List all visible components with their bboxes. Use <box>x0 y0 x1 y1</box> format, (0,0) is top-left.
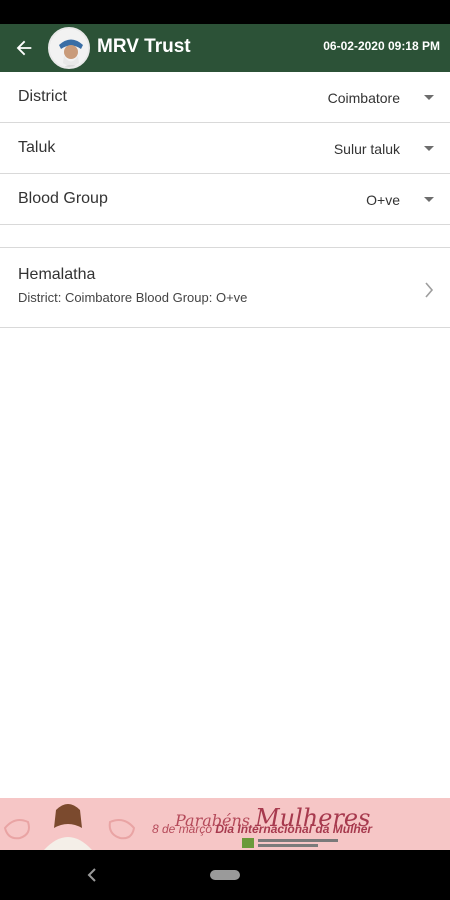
app-bar: MRV Trust 06-02-2020 09:18 PM <box>0 24 450 72</box>
ad-woman-illustration <box>3 804 136 850</box>
ad-subtitle-bold: Dia Internacional da Mulher <box>215 822 373 836</box>
caret-down-icon <box>424 197 434 202</box>
arrow-back-icon <box>16 40 32 56</box>
status-bar <box>0 0 450 24</box>
district-value: Coimbatore <box>327 90 400 106</box>
list-item[interactable]: Hemalatha District: Coimbatore Blood Gro… <box>0 248 450 328</box>
taluk-value: Sulur taluk <box>333 141 400 157</box>
ad-subtitle: 8 de março Dia Internacional da Mulher <box>152 822 372 836</box>
ad-banner[interactable]: Parabéns Mulheres 8 de março Dia Interna… <box>0 798 450 850</box>
system-nav-bar <box>0 850 450 900</box>
donor-name: Hemalatha <box>18 266 96 283</box>
main-content: District Coimbatore Taluk Sulur taluk Bl… <box>0 72 450 798</box>
taluk-label: Taluk <box>18 139 56 156</box>
datetime-label: 06-02-2020 09:18 PM <box>323 39 440 53</box>
district-label: District <box>18 88 67 105</box>
district-dropdown[interactable]: District Coimbatore <box>0 72 450 123</box>
caret-down-icon <box>424 95 434 100</box>
ad-sponsor-logo <box>242 838 338 848</box>
donor-detail: District: Coimbatore Blood Group: O+ve <box>18 290 248 305</box>
nav-back-icon[interactable] <box>82 865 102 885</box>
back-button[interactable] <box>4 28 44 68</box>
chevron-right-icon <box>425 282 434 298</box>
blood-group-label: Blood Group <box>18 190 108 207</box>
avatar <box>48 27 90 69</box>
nav-home-button[interactable] <box>210 870 240 880</box>
ad-subtitle-prefix: 8 de março <box>152 822 213 836</box>
app-title: MRV Trust <box>97 36 191 57</box>
taluk-dropdown[interactable]: Taluk Sulur taluk <box>0 123 450 174</box>
caret-down-icon <box>424 146 434 151</box>
blood-group-value: O+ve <box>366 192 400 208</box>
blood-group-dropdown[interactable]: Blood Group O+ve <box>0 174 450 225</box>
